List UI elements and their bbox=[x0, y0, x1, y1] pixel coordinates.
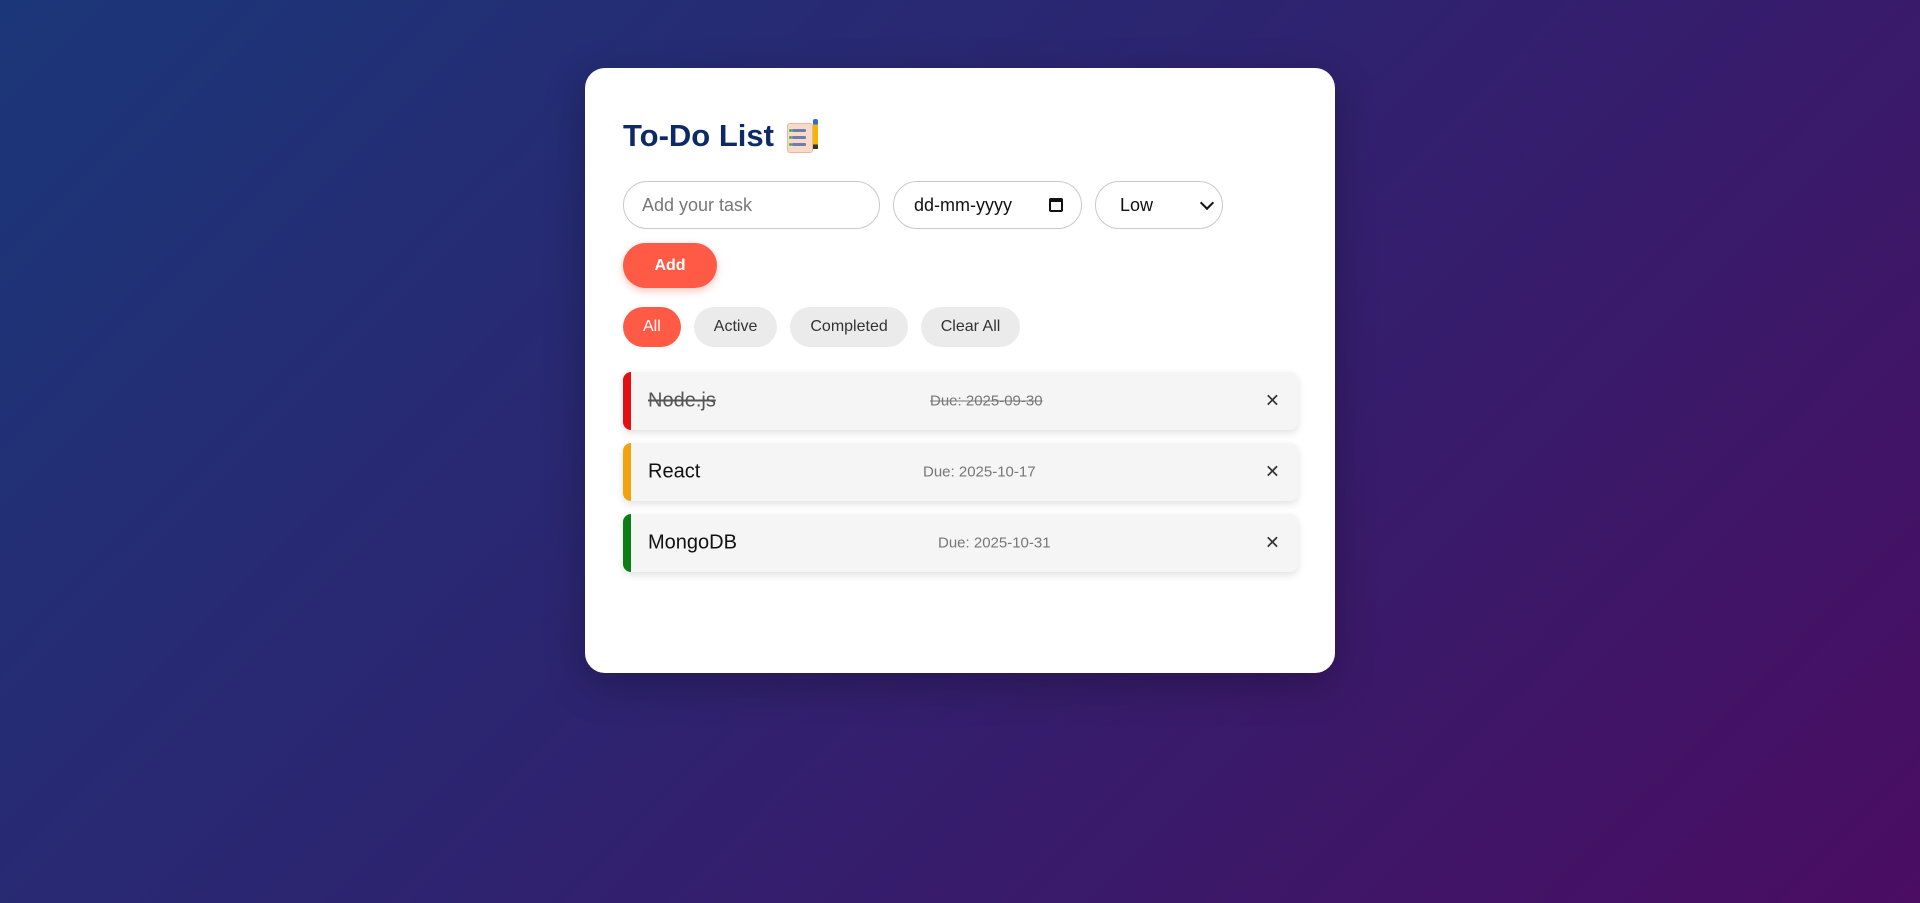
task-form: dd-mm-yyyy Low bbox=[623, 181, 1223, 229]
priority-select[interactable]: Low bbox=[1095, 181, 1223, 229]
calendar-icon[interactable] bbox=[1049, 198, 1063, 212]
task-due-date: Due: 2025-10-31 bbox=[938, 534, 1051, 552]
add-button[interactable]: Add bbox=[623, 243, 717, 288]
clipboard-icon bbox=[786, 119, 820, 153]
delete-task-button[interactable]: ✕ bbox=[1265, 391, 1280, 412]
task-due-date: Due: 2025-09-30 bbox=[930, 392, 1043, 410]
task-name: React bbox=[648, 460, 701, 483]
filter-all-button[interactable]: All bbox=[623, 307, 681, 347]
page-title: To-Do List bbox=[623, 118, 774, 153]
title-row: To-Do List bbox=[623, 118, 820, 154]
clear-all-button[interactable]: Clear All bbox=[920, 307, 1021, 347]
task-name: MongoDB bbox=[648, 531, 737, 554]
delete-task-button[interactable]: ✕ bbox=[1265, 462, 1280, 483]
todo-card: To-Do List dd-mm-yyyy Low Add All Active… bbox=[585, 68, 1335, 673]
task-list: Node.js Due: 2025-09-30 ✕ React Due: 202… bbox=[623, 372, 1298, 585]
task-item[interactable]: React Due: 2025-10-17 ✕ bbox=[623, 443, 1298, 501]
task-item[interactable]: MongoDB Due: 2025-10-31 ✕ bbox=[623, 514, 1298, 572]
due-date-input[interactable]: dd-mm-yyyy bbox=[893, 181, 1082, 229]
task-due-date: Due: 2025-10-17 bbox=[923, 463, 1036, 481]
task-input[interactable] bbox=[623, 181, 880, 229]
delete-task-button[interactable]: ✕ bbox=[1265, 533, 1280, 554]
task-name: Node.js bbox=[648, 389, 716, 412]
chevron-down-icon bbox=[1199, 195, 1215, 210]
date-value: dd-mm-yyyy bbox=[914, 194, 1012, 215]
task-item[interactable]: Node.js Due: 2025-09-30 ✕ bbox=[623, 372, 1298, 430]
filter-completed-button[interactable]: Completed bbox=[790, 307, 908, 347]
priority-selected-value: Low bbox=[1120, 194, 1154, 215]
filter-bar: All Active Completed Clear All bbox=[623, 307, 1021, 347]
filter-active-button[interactable]: Active bbox=[693, 307, 778, 347]
